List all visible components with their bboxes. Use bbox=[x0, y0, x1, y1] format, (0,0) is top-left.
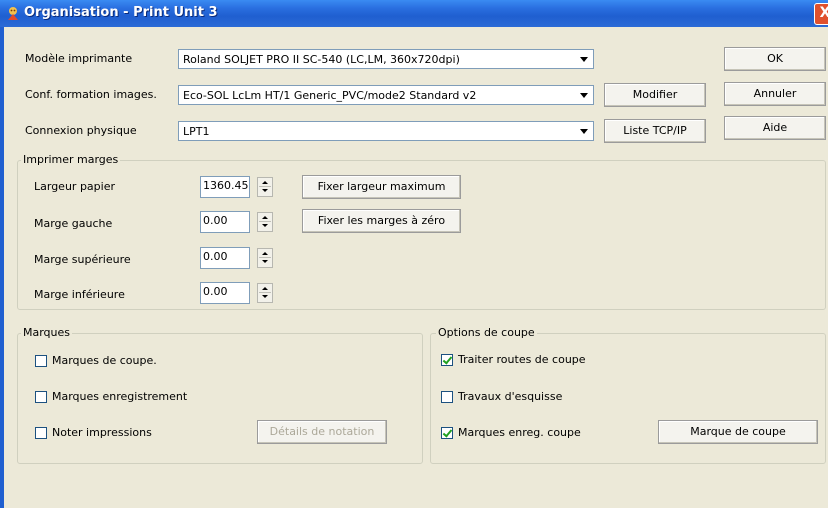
print-margins-title: Imprimer marges bbox=[21, 153, 121, 166]
connection-value: LPT1 bbox=[183, 125, 210, 138]
notation-details-button[interactable]: Détails de notation bbox=[257, 420, 387, 444]
bottom-margin-value: 0.00 bbox=[203, 285, 228, 298]
bottom-margin-spinner[interactable]: 0.00 bbox=[200, 282, 276, 304]
printer-model-select[interactable]: Roland SOLJET PRO II SC-540 (LC,LM, 360x… bbox=[178, 49, 594, 69]
spinner-arrows-icon[interactable] bbox=[257, 283, 273, 303]
printer-model-value: Roland SOLJET PRO II SC-540 (LC,LM, 360x… bbox=[183, 53, 460, 66]
tcp-list-button[interactable]: Liste TCP/IP bbox=[604, 119, 706, 143]
left-margin-spinner[interactable]: 0.00 bbox=[200, 211, 276, 233]
paper-width-input[interactable]: 1360.45 bbox=[200, 176, 250, 198]
paper-width-value: 1360.45 bbox=[203, 179, 249, 192]
note-prints-label: Noter impressions bbox=[52, 426, 152, 439]
registration-marks-label: Marques enregistrement bbox=[52, 390, 188, 403]
left-margin-label: Marge gauche bbox=[34, 217, 113, 230]
title-bar: Organisation - Print Unit 3 X bbox=[0, 0, 828, 27]
image-config-value: Eco-SOL LcLm HT/1 Generic_PVC/mode2 Stan… bbox=[183, 89, 477, 102]
process-cut-paths-label: Traiter routes de coupe bbox=[458, 353, 586, 366]
close-button[interactable]: X bbox=[814, 3, 828, 25]
image-config-select[interactable]: Eco-SOL LcLm HT/1 Generic_PVC/mode2 Stan… bbox=[178, 85, 594, 105]
cut-marks-checkbox[interactable]: Marques de coupe. bbox=[35, 354, 235, 370]
connection-label: Connexion physique bbox=[25, 124, 137, 137]
checkbox-icon[interactable] bbox=[35, 391, 47, 403]
note-prints-checkbox[interactable]: Noter impressions bbox=[35, 426, 235, 442]
checkbox-icon[interactable] bbox=[441, 391, 453, 403]
checkbox-icon[interactable] bbox=[35, 355, 47, 367]
cut-registration-marks-checkbox[interactable]: Marques enreg. coupe bbox=[441, 426, 641, 442]
modify-button[interactable]: Modifier bbox=[604, 83, 706, 107]
paper-width-label: Largeur papier bbox=[34, 180, 115, 193]
left-margin-value: 0.00 bbox=[203, 214, 228, 227]
chevron-down-icon[interactable] bbox=[576, 87, 592, 103]
registration-marks-checkbox[interactable]: Marques enregistrement bbox=[35, 390, 235, 406]
cut-mark-button[interactable]: Marque de coupe bbox=[658, 420, 818, 444]
bottom-margin-input[interactable]: 0.00 bbox=[200, 282, 250, 304]
top-margin-value: 0.00 bbox=[203, 250, 228, 263]
bottom-margin-label: Marge inférieure bbox=[34, 288, 125, 301]
top-margin-input[interactable]: 0.00 bbox=[200, 247, 250, 269]
sketch-jobs-label: Travaux d'esquisse bbox=[458, 390, 563, 403]
chevron-down-icon[interactable] bbox=[576, 51, 592, 67]
sketch-jobs-checkbox[interactable]: Travaux d'esquisse bbox=[441, 390, 641, 406]
checkbox-checked-icon[interactable] bbox=[441, 354, 453, 366]
cut-options-title: Options de coupe bbox=[436, 326, 537, 339]
connection-select[interactable]: LPT1 bbox=[178, 121, 594, 141]
app-icon bbox=[8, 7, 18, 20]
chevron-down-icon[interactable] bbox=[576, 123, 592, 139]
max-width-button[interactable]: Fixer largeur maximum bbox=[302, 175, 461, 199]
checkbox-checked-icon[interactable] bbox=[441, 427, 453, 439]
image-config-label: Conf. formation images. bbox=[25, 88, 157, 101]
printer-model-label: Modèle imprimante bbox=[25, 52, 133, 65]
cut-marks-label: Marques de coupe. bbox=[52, 354, 157, 367]
window-title: Organisation - Print Unit 3 bbox=[24, 5, 218, 20]
cancel-button[interactable]: Annuler bbox=[724, 82, 826, 106]
paper-width-spinner[interactable]: 1360.45 bbox=[200, 176, 276, 198]
process-cut-paths-checkbox[interactable]: Traiter routes de coupe bbox=[441, 353, 641, 369]
left-margin-input[interactable]: 0.00 bbox=[200, 211, 250, 233]
zero-margins-button[interactable]: Fixer les marges à zéro bbox=[302, 209, 461, 233]
spinner-arrows-icon[interactable] bbox=[257, 177, 273, 197]
spinner-arrows-icon[interactable] bbox=[257, 212, 273, 232]
marks-title: Marques bbox=[21, 326, 73, 339]
spinner-arrows-icon[interactable] bbox=[257, 248, 273, 268]
checkbox-icon[interactable] bbox=[35, 427, 47, 439]
help-button[interactable]: Aide bbox=[724, 116, 826, 140]
window-frame bbox=[0, 27, 4, 508]
ok-button[interactable]: OK bbox=[724, 47, 826, 71]
top-margin-label: Marge supérieure bbox=[34, 253, 131, 266]
cut-registration-marks-label: Marques enreg. coupe bbox=[458, 426, 581, 439]
top-margin-spinner[interactable]: 0.00 bbox=[200, 247, 276, 269]
